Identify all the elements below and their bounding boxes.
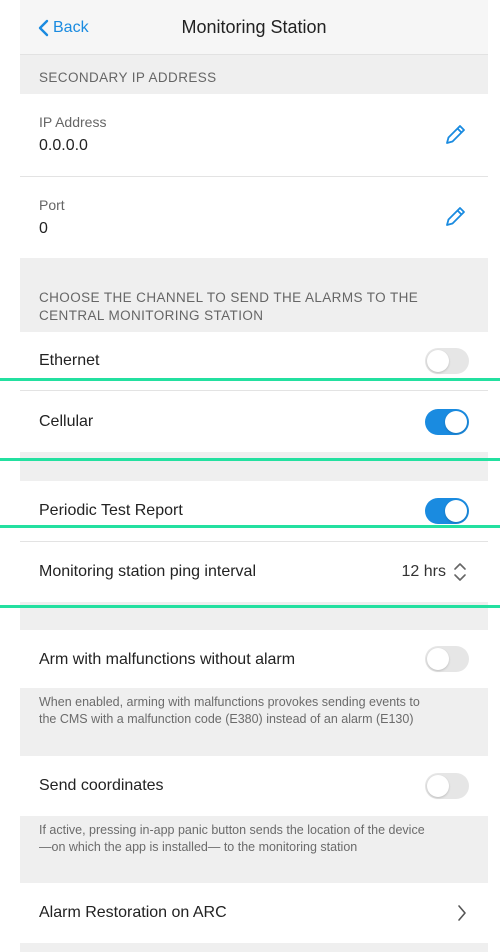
toggle-knob xyxy=(427,350,449,372)
arm-malfunctions-description: When enabled, arming with malfunctions p… xyxy=(20,694,488,728)
ip-address-label: IP Address xyxy=(39,114,107,130)
send-coordinates-description: If active, pressing in-app panic button … xyxy=(20,822,488,856)
description-line: —on which the app is installed— to the m… xyxy=(39,840,358,854)
toggle-knob xyxy=(445,500,467,522)
chevron-right-icon xyxy=(458,905,466,921)
send-coordinates-toggle[interactable] xyxy=(425,773,469,799)
toggle-knob xyxy=(445,411,467,433)
arm-malfunctions-label: Arm with malfunctions without alarm xyxy=(39,651,296,668)
port-value: 0 xyxy=(39,220,48,237)
highlight-line xyxy=(0,458,500,461)
ip-address-row[interactable]: IP Address 0.0.0.0 xyxy=(20,94,488,176)
ip-address-value: 0.0.0.0 xyxy=(39,137,88,154)
description-line: the CMS with a malfunction code (E380) i… xyxy=(39,712,414,726)
cellular-label: Cellular xyxy=(39,413,94,430)
toggle-knob xyxy=(427,775,449,797)
port-label: Port xyxy=(39,197,65,213)
section-header-line: CHOOSE THE CHANNEL TO SEND THE ALARMS TO… xyxy=(39,290,419,305)
monitoring-station-screen: Back Monitoring Station SECONDARY IP ADD… xyxy=(20,0,488,952)
section-header-secondary-ip: SECONDARY IP ADDRESS xyxy=(39,70,217,85)
page-title: Monitoring Station xyxy=(181,17,327,37)
cellular-toggle[interactable] xyxy=(425,409,469,435)
ethernet-toggle[interactable] xyxy=(425,348,469,374)
periodic-test-report-toggle[interactable] xyxy=(425,498,469,524)
send-coordinates-row: Send coordinates xyxy=(20,756,488,816)
description-line: If active, pressing in-app panic button … xyxy=(39,823,425,837)
section-header-line: CENTRAL MONITORING STATION xyxy=(39,308,264,323)
ethernet-label: Ethernet xyxy=(39,352,100,369)
cellular-row: Cellular xyxy=(20,391,488,452)
highlight-line xyxy=(0,378,500,381)
port-row[interactable]: Port 0 xyxy=(20,177,488,258)
arm-malfunctions-row: Arm with malfunctions without alarm xyxy=(20,630,488,688)
alarm-restoration-label: Alarm Restoration on ARC xyxy=(39,904,227,921)
highlight-line xyxy=(0,525,500,528)
pencil-icon[interactable] xyxy=(442,204,468,230)
toggle-knob xyxy=(427,648,449,670)
ping-interval-label: Monitoring station ping interval xyxy=(39,563,257,580)
arm-malfunctions-toggle[interactable] xyxy=(425,646,469,672)
periodic-test-report-label: Periodic Test Report xyxy=(39,502,183,519)
navigation-bar: Back Monitoring Station xyxy=(20,0,488,55)
highlight-line xyxy=(0,605,500,608)
send-coordinates-label: Send coordinates xyxy=(39,777,164,794)
chevron-up-down-icon[interactable] xyxy=(452,561,468,583)
periodic-test-report-row: Periodic Test Report xyxy=(20,481,488,541)
description-line: When enabled, arming with malfunctions p… xyxy=(39,695,420,709)
pencil-icon[interactable] xyxy=(442,122,468,148)
ping-interval-row[interactable]: Monitoring station ping interval 12 hrs xyxy=(20,542,488,602)
ping-interval-value: 12 hrs xyxy=(401,563,446,580)
ethernet-row: Ethernet xyxy=(20,332,488,390)
section-header-channel: CHOOSE THE CHANNEL TO SEND THE ALARMS TO… xyxy=(20,289,488,325)
alarm-restoration-row[interactable]: Alarm Restoration on ARC xyxy=(20,883,488,943)
